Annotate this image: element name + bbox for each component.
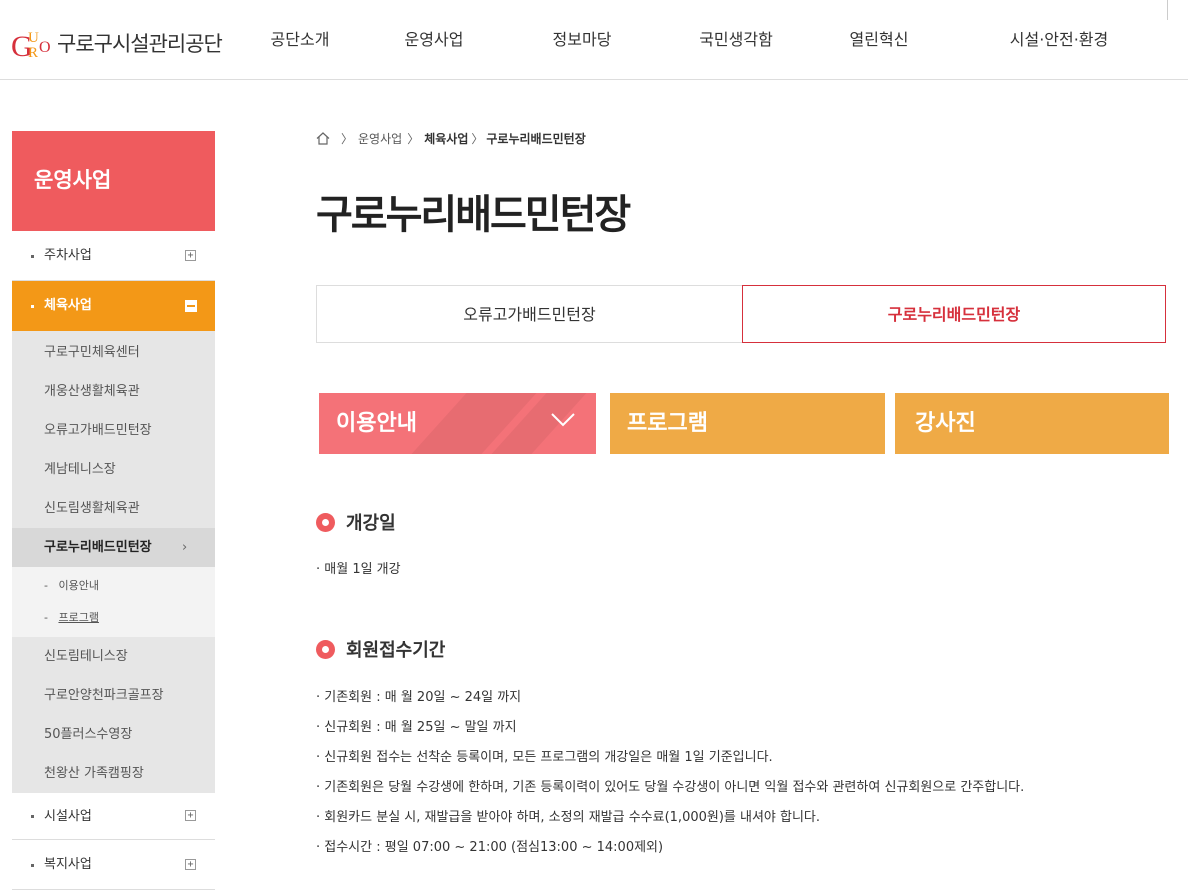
- sidebar-submenu: 구로구민체육센터 개웅산생활체육관 오류고가배드민턴장 계남테니스장 신도림생활…: [12, 331, 215, 793]
- info-line: · 매월 1일 개강: [316, 562, 401, 577]
- nav-item-opinion[interactable]: 국민생각함: [644, 0, 794, 80]
- info-buttons: 이용안내 프로그램 강사진: [319, 393, 1169, 454]
- section-title: 개강일: [346, 513, 396, 534]
- section-heading: 개강일: [316, 509, 396, 535]
- guide-button[interactable]: 이용안내: [319, 393, 596, 454]
- section-heading: 회원접수기간: [316, 636, 445, 662]
- breadcrumb-separator-icon: 〉: [341, 132, 354, 146]
- sub-submenu-label: 이용안내: [58, 579, 99, 592]
- submenu-item-current[interactable]: 구로누리배드민턴장 ›: [12, 528, 215, 567]
- sidebar-item-sports[interactable]: 체육사업: [12, 281, 215, 331]
- facility-tabs: 오류고가배드민턴장 구로누리배드민턴장: [316, 285, 1166, 343]
- submenu-item-label: 구로누리배드민턴장: [44, 540, 152, 555]
- tab-guro-nuri[interactable]: 구로누리배드민턴장: [742, 285, 1166, 343]
- expand-plus-icon[interactable]: +: [185, 859, 196, 870]
- sidebar-item-label: 복지사업: [44, 857, 92, 872]
- bullet-icon: [31, 815, 34, 818]
- sidebar: 운영사업 주차사업 + 체육사업 구로구민체육센터 개웅산생활체육관 오류고가배…: [12, 131, 215, 890]
- info-line: · 회원카드 분실 시, 재발급을 받아야 하며, 소정의 재발급 수수료(1,…: [316, 810, 821, 825]
- bullet-icon: [31, 864, 34, 867]
- sidebar-item-label: 체육사업: [44, 298, 92, 313]
- info-line: · 기존회원은 당월 수강생에 한하며, 기존 등록이력이 있어도 당월 수강생…: [316, 780, 1025, 795]
- main-nav: 공단소개 운영사업 정보마당 국민생각함 열린혁신 시설·안전·환경: [246, 0, 1144, 80]
- collapse-minus-icon[interactable]: [185, 300, 197, 312]
- sub-submenu-label: 프로그램: [58, 611, 99, 624]
- site-logo[interactable]: G U R O 구로구시설관리공단: [11, 26, 223, 60]
- bullet-circle-icon: [316, 512, 335, 532]
- program-button[interactable]: 프로그램: [610, 393, 885, 454]
- sidebar-item-parking[interactable]: 주차사업 +: [12, 231, 215, 281]
- nav-item-facility-safety[interactable]: 시설·안전·환경: [934, 0, 1144, 80]
- section-title: 회원접수기간: [346, 640, 446, 661]
- nav-item-about[interactable]: 공단소개: [246, 0, 354, 80]
- guide-button-label: 이용안내: [336, 411, 417, 436]
- submenu-item[interactable]: 개웅산생활체육관: [12, 372, 215, 411]
- home-icon[interactable]: [316, 132, 330, 145]
- submenu-item[interactable]: 구로안양천파크골프장: [12, 676, 215, 715]
- info-line: · 기존회원 : 매 월 20일 ~ 24일 까지: [316, 690, 522, 705]
- expand-plus-icon[interactable]: +: [185, 250, 196, 261]
- site-header: G U R O 구로구시설관리공단 공단소개 운영사업 정보마당 국민생각함 열…: [0, 0, 1188, 80]
- sidebar-item-welfare[interactable]: 복지사업 +: [12, 840, 215, 890]
- nav-item-innovation[interactable]: 열린혁신: [794, 0, 934, 80]
- nav-item-info[interactable]: 정보마당: [494, 0, 644, 80]
- breadcrumb-item[interactable]: 운영사업: [358, 130, 402, 147]
- page-title: 구로누리배드민턴장: [316, 192, 631, 238]
- sidebar-item-label: 시설사업: [44, 809, 92, 824]
- chevron-right-icon: ›: [182, 540, 188, 555]
- sidebar-item-facility[interactable]: 시설사업 +: [12, 793, 215, 840]
- breadcrumb-current: 구로누리배드민턴장: [486, 132, 586, 146]
- bullet-icon: [31, 255, 34, 258]
- info-line: · 신규회원 : 매 월 25일 ~ 말일 까지: [316, 720, 517, 735]
- breadcrumb-separator-icon: 〉: [407, 132, 420, 146]
- submenu-item[interactable]: 오류고가배드민턴장: [12, 411, 215, 450]
- bullet-icon: [31, 305, 34, 308]
- header-divider: [1167, 0, 1168, 20]
- info-line: · 접수시간 : 평일 07:00 ~ 21:00 (점심13:00 ~ 14:…: [316, 840, 664, 855]
- logo-text: 구로구시설관리공단: [57, 32, 223, 56]
- svg-text:O: O: [39, 39, 51, 56]
- sub-submenu-item-program[interactable]: - 프로그램: [12, 602, 215, 634]
- submenu-item[interactable]: 신도림생활체육관: [12, 489, 215, 528]
- bullet-circle-icon: [316, 639, 335, 659]
- logo-mark-icon: G U R O: [11, 30, 51, 60]
- info-line: · 신규회원 접수는 선착순 등록이며, 모든 프로그램의 개강일은 매월 1일…: [316, 750, 773, 765]
- breadcrumb-item[interactable]: 체육사업: [424, 130, 468, 147]
- svg-text:R: R: [28, 45, 38, 60]
- sidebar-title: 운영사업: [12, 131, 215, 231]
- submenu-item[interactable]: 50플러스수영장: [12, 715, 215, 754]
- submenu-item[interactable]: 계남테니스장: [12, 450, 215, 489]
- submenu-item[interactable]: 구로구민체육센터: [12, 333, 215, 372]
- submenu-item[interactable]: 신도림테니스장: [12, 637, 215, 676]
- breadcrumb-separator-icon: 〉: [471, 132, 484, 146]
- svg-text:U: U: [28, 30, 39, 46]
- breadcrumb: 〉 운영사업 〉 체육사업 〉 구로누리배드민턴장: [316, 130, 586, 147]
- nav-item-operations[interactable]: 운영사업: [354, 0, 494, 80]
- instructors-button[interactable]: 강사진: [895, 393, 1169, 454]
- submenu-item[interactable]: 천왕산 가족캠핑장: [12, 754, 215, 793]
- sub-submenu: - 이용안내 - 프로그램: [12, 567, 215, 637]
- sidebar-item-label: 주차사업: [44, 248, 92, 263]
- chevron-down-icon: [551, 413, 575, 427]
- expand-plus-icon[interactable]: +: [185, 810, 196, 821]
- tab-oryu[interactable]: 오류고가배드민턴장: [316, 285, 742, 343]
- sub-submenu-item-guide[interactable]: - 이용안내: [12, 570, 215, 602]
